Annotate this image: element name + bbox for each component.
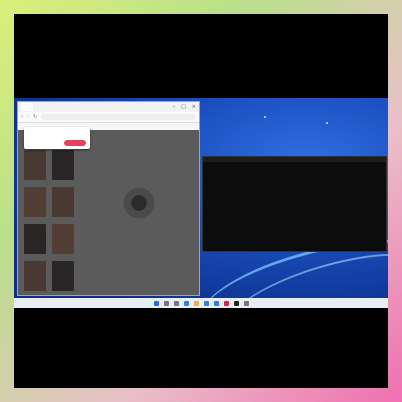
page-content: [18, 127, 199, 295]
task-view-icon[interactable]: [173, 300, 179, 306]
mail-icon[interactable]: [213, 300, 219, 306]
start-icon[interactable]: [153, 300, 159, 306]
url-input[interactable]: [41, 114, 196, 120]
popup-button[interactable]: [64, 140, 86, 146]
edge-icon[interactable]: [183, 300, 189, 306]
browser-titlebar[interactable]: – □ ×: [18, 102, 199, 112]
loading-overlay: [18, 130, 199, 295]
chrome-icon[interactable]: [223, 300, 229, 306]
taskbar: [14, 298, 388, 308]
desktop: – □ × ‹ › ↻: [14, 98, 388, 308]
settings-icon[interactable]: [243, 300, 249, 306]
forward-icon[interactable]: ›: [27, 114, 29, 120]
terminal-window[interactable]: [202, 156, 387, 252]
back-icon[interactable]: ‹: [21, 114, 23, 120]
maximize-icon[interactable]: □: [181, 104, 186, 110]
terminal-icon[interactable]: [233, 300, 239, 306]
reload-icon[interactable]: ↻: [33, 114, 37, 120]
close-icon[interactable]: ×: [192, 104, 196, 110]
minimize-icon[interactable]: –: [173, 104, 176, 110]
explorer-icon[interactable]: [193, 300, 199, 306]
window-controls: – □ ×: [173, 104, 196, 110]
search-icon[interactable]: [163, 300, 169, 306]
browser-tab[interactable]: [21, 103, 33, 111]
browser-window[interactable]: – □ × ‹ › ↻: [17, 101, 200, 296]
address-bar[interactable]: ‹ › ↻: [18, 112, 199, 123]
wallpaper-star: [264, 116, 266, 118]
wallpaper-star: [326, 122, 328, 124]
terminal-titlebar[interactable]: [203, 157, 386, 162]
loading-spinner-icon: [121, 185, 157, 221]
video-frame: – □ × ‹ › ↻: [14, 14, 388, 388]
notification-popup: [24, 127, 90, 149]
store-icon[interactable]: [203, 300, 209, 306]
